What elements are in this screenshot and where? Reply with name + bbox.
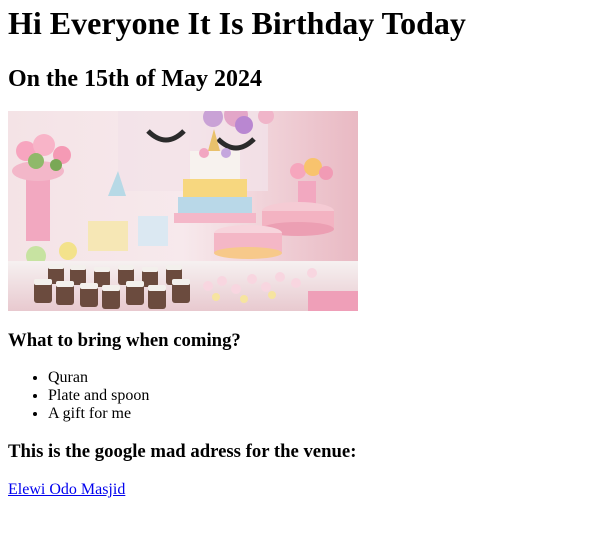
- bring-list-heading: What to bring when coming?: [8, 330, 241, 351]
- bring-list: Quran Plate and spoon A gift for me: [8, 369, 588, 423]
- page-title: Hi Everyone It Is Birthday Today: [8, 5, 466, 41]
- venue-link-paragraph: Elewi Odo Masjid: [8, 481, 588, 499]
- birthday-party-image: [8, 111, 358, 311]
- list-item: A gift for me: [48, 405, 588, 423]
- venue-map-link[interactable]: Elewi Odo Masjid: [8, 481, 125, 498]
- list-item: Plate and spoon: [48, 387, 588, 405]
- list-item: Quran: [48, 369, 588, 387]
- page-content: Hi Everyone It Is Birthday Today On the …: [0, 5, 596, 499]
- venue-heading: This is the google mad adress for the ve…: [8, 441, 357, 462]
- event-date-heading: On the 15th of May 2024: [8, 66, 262, 92]
